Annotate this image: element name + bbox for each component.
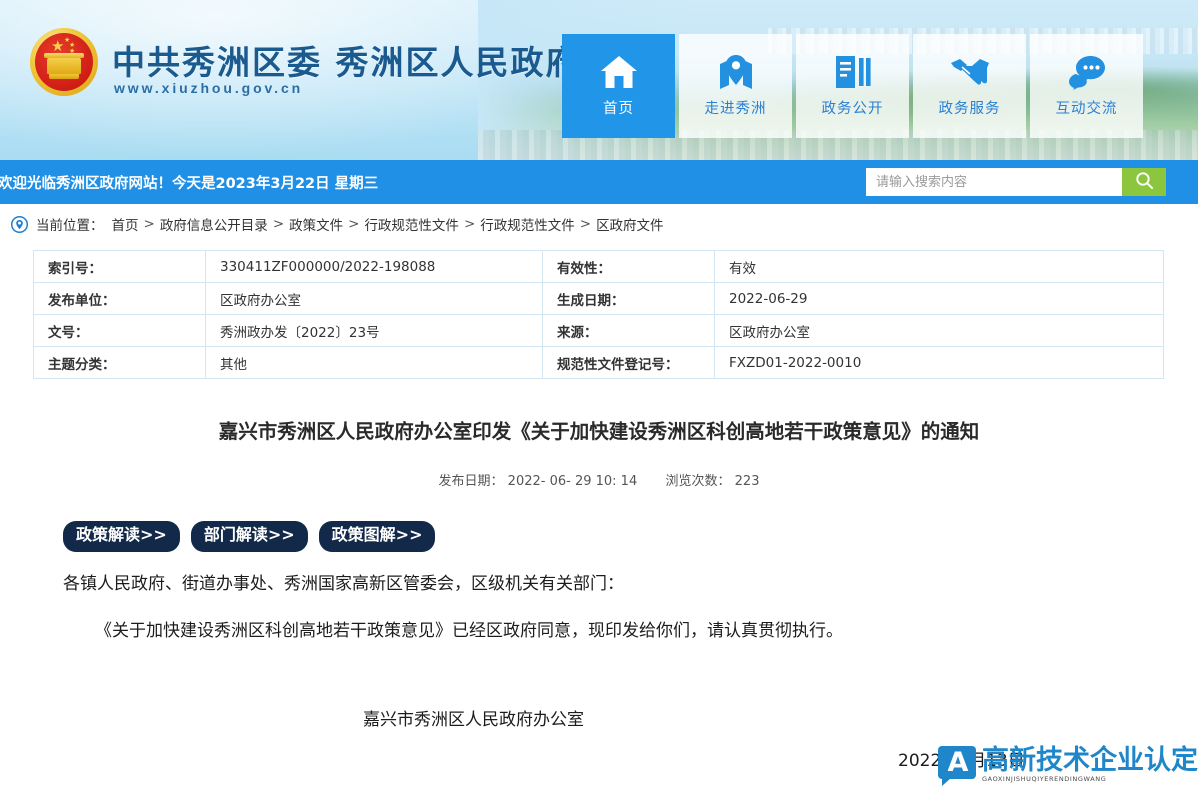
- meta-value-topic-category: 其他: [205, 346, 543, 379]
- breadcrumb-item-0[interactable]: 首页: [112, 214, 139, 234]
- search-input[interactable]: [866, 168, 1122, 196]
- article-meta-line: 发布日期： 2022- 06- 29 10: 14 浏览次数： 223: [33, 470, 1165, 489]
- meta-value-registration-number: FXZD01-2022-0010: [714, 346, 1164, 379]
- publish-date-value: 2022- 06- 29 10: 14: [507, 474, 638, 490]
- views-count: 223: [734, 474, 760, 490]
- table-row: 发布单位： 区政府办公室 生成日期： 2022-06-29: [33, 282, 1164, 315]
- meta-value-created-date: 2022-06-29: [714, 282, 1164, 315]
- chat-icon: [1067, 54, 1107, 90]
- nav-label-home: 首页: [603, 101, 634, 117]
- breadcrumb-item-3[interactable]: 行政规范性文件: [364, 214, 459, 234]
- welcome-message: 欢迎光临秀洲区政府网站！今天是2023年3月22日 星期三: [0, 176, 379, 192]
- breadcrumb-separator: >: [463, 216, 476, 232]
- handshake-icon: [949, 54, 991, 90]
- map-pin-icon: [716, 54, 756, 90]
- table-row: 文号： 秀洲政办发〔2022〕23号 来源： 区政府办公室: [33, 314, 1164, 347]
- meta-key-registration-number: 规范性文件登记号：: [542, 346, 715, 379]
- meta-value-validity: 有效: [714, 250, 1164, 283]
- welcome-bar: 欢迎光临秀洲区政府网站！今天是2023年3月22日 星期三: [0, 160, 1198, 204]
- document-icon: [833, 54, 873, 90]
- nav-item-government-disclosure[interactable]: 政务公开: [796, 34, 909, 138]
- site-title: 中共秀洲区委 秀洲区人民政府: [112, 43, 581, 82]
- meta-key-source: 来源：: [542, 314, 715, 347]
- interpretation-links: 政策解读>> 部门解读>> 政策图解>>: [33, 521, 1165, 552]
- breadcrumb-label: 当前位置：: [36, 218, 104, 234]
- metadata-table: 索引号： 330411ZF000000/2022-198088 有效性： 有效 …: [33, 250, 1164, 379]
- nav-label-government-services: 政务服务: [938, 101, 1001, 117]
- publish-date-label: 发布日期：: [438, 474, 504, 490]
- breadcrumb-item-2[interactable]: 政策文件: [289, 214, 343, 234]
- article-signature-date: 2022年6月13日: [898, 751, 1025, 772]
- meta-value-index-number: 330411ZF000000/2022-198088: [205, 250, 543, 283]
- location-pin-icon: [10, 215, 29, 234]
- site-url: www.xiuzhou.gov.cn: [114, 80, 304, 96]
- site-header-banner: ★ ★ ★ ★ ★ 中共秀洲区委 秀洲区人民政府 www.xiuzhou.gov…: [0, 0, 1198, 160]
- page-root: ★ ★ ★ ★ ★ 中共秀洲区委 秀洲区人民政府 www.xiuzhou.gov…: [0, 0, 1198, 789]
- document-metadata: 索引号： 330411ZF000000/2022-198088 有效性： 有效 …: [0, 244, 1198, 379]
- meta-key-created-date: 生成日期：: [542, 282, 715, 315]
- policy-infographic-button[interactable]: 政策图解>>: [318, 521, 436, 552]
- table-row: 索引号： 330411ZF000000/2022-198088 有效性： 有效: [33, 250, 1164, 283]
- nav-item-about[interactable]: 走进秀洲: [679, 34, 792, 138]
- nav-item-interaction[interactable]: 互动交流: [1030, 34, 1143, 138]
- meta-value-doc-number: 秀洲政办发〔2022〕23号: [205, 314, 543, 347]
- national-emblem-icon: ★ ★ ★ ★ ★: [30, 28, 98, 96]
- meta-key-index-number: 索引号：: [33, 250, 206, 283]
- article-paragraph-1: 各镇人民政府、街道办事处、秀洲国家高新区管委会，区级机关有关部门：: [63, 573, 624, 594]
- article-body: 嘉兴市秀洲区人民政府办公室印发《关于加快建设秀洲区科创高地若干政策意见》的通知 …: [0, 417, 1198, 771]
- table-row: 主题分类： 其他 规范性文件登记号： FXZD01-2022-0010: [33, 346, 1164, 379]
- breadcrumb-separator: >: [579, 216, 592, 232]
- home-icon: [599, 54, 639, 90]
- breadcrumb-item-5[interactable]: 区政府文件: [596, 214, 664, 234]
- search-icon: [1135, 171, 1154, 193]
- meta-value-source: 区政府办公室: [714, 314, 1164, 347]
- site-search: [866, 168, 1166, 196]
- nav-label-about: 走进秀洲: [704, 101, 767, 117]
- search-button[interactable]: [1122, 168, 1166, 196]
- breadcrumb-separator: >: [143, 216, 155, 232]
- meta-key-doc-number: 文号：: [33, 314, 206, 347]
- breadcrumb: 当前位置： 首页 > 政府信息公开目录 > 政策文件 > 行政规范性文件 > 行…: [0, 204, 1198, 244]
- nav-item-government-services[interactable]: 政务服务: [913, 34, 1026, 138]
- article-signature: 嘉兴市秀洲区人民政府办公室: [363, 710, 584, 731]
- breadcrumb-separator: >: [272, 216, 285, 232]
- main-navigation: 首页 走进秀洲 政务公开 政务服务 互动交流: [562, 34, 1143, 138]
- meta-key-validity: 有效性：: [542, 250, 715, 283]
- article-paragraph-2: 《关于加快建设秀洲区科创高地若干政策意见》已经区政府同意，现印发给你们，请认真贯…: [95, 621, 843, 642]
- breadcrumb-item-1[interactable]: 政府信息公开目录: [160, 214, 268, 234]
- meta-key-topic-category: 主题分类：: [33, 346, 206, 379]
- breadcrumb-item-4[interactable]: 行政规范性文件: [480, 214, 575, 234]
- breadcrumb-separator: >: [348, 216, 360, 232]
- watermark-title-en: GAOXINJISHUQIYERENDINGWANG: [982, 775, 1107, 784]
- policy-interpretation-button[interactable]: 政策解读>>: [63, 521, 180, 552]
- nav-label-interaction: 互动交流: [1055, 101, 1118, 117]
- meta-value-publisher: 区政府办公室: [205, 282, 543, 315]
- views-label: 浏览次数：: [665, 474, 731, 490]
- department-interpretation-button[interactable]: 部门解读>>: [190, 521, 308, 552]
- nav-item-home[interactable]: 首页: [562, 34, 675, 138]
- nav-label-government-disclosure: 政务公开: [821, 101, 884, 117]
- meta-key-publisher: 发布单位：: [33, 282, 206, 315]
- page-title: 嘉兴市秀洲区人民政府办公室印发《关于加快建设秀洲区科创高地若干政策意见》的通知: [218, 420, 980, 443]
